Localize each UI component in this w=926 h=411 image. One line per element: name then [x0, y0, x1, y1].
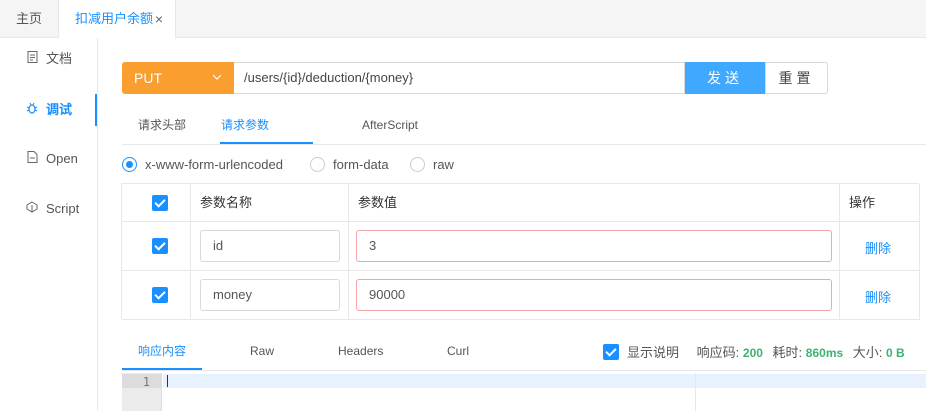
print-margin: [695, 373, 696, 411]
radio-raw[interactable]: raw: [410, 155, 454, 175]
radio-unchecked-icon: [310, 157, 325, 172]
param-value-input[interactable]: 3: [356, 230, 832, 262]
header-action: 操作: [840, 184, 920, 221]
radio-label: form-data: [333, 157, 389, 172]
param-name-input[interactable]: money: [200, 279, 340, 311]
tab-raw[interactable]: Raw: [250, 336, 274, 370]
tab-curl[interactable]: Curl: [447, 336, 469, 370]
response-editor[interactable]: 1: [122, 373, 926, 411]
row-value-cell: 90000: [349, 271, 840, 319]
tab-home[interactable]: 主页: [0, 0, 59, 38]
show-description-label: 显示说明: [627, 345, 680, 360]
chevron-down-icon: [212, 62, 222, 108]
show-description-checkbox[interactable]: [603, 344, 619, 360]
select-all-cell: [122, 184, 191, 221]
bug-icon: [26, 95, 38, 127]
radio-label: raw: [433, 157, 454, 172]
radio-checked-icon: [122, 157, 137, 172]
select-all-checkbox[interactable]: [152, 195, 168, 211]
text-cursor: [167, 375, 168, 387]
method-select[interactable]: PUT: [122, 62, 234, 94]
tab-request-headers[interactable]: 请求头部: [138, 110, 186, 144]
sidebar-item-script[interactable]: Script: [0, 194, 97, 224]
sidebar-item-label: 调试: [46, 102, 73, 117]
tab-bar: 主页 扣减用户余额 ×: [0, 0, 926, 39]
size-value: 0 B: [886, 346, 905, 360]
tab-response-content[interactable]: 响应内容: [122, 336, 202, 370]
radio-urlencoded[interactable]: x-www-form-urlencoded: [122, 155, 283, 175]
sidebar-item-docs[interactable]: 文档: [0, 44, 97, 74]
radio-label: x-www-form-urlencoded: [145, 157, 283, 172]
send-button[interactable]: 发送: [685, 62, 765, 94]
reset-button[interactable]: 重置: [765, 62, 828, 94]
row-checkbox[interactable]: [152, 287, 168, 303]
row-check-cell: [122, 271, 191, 319]
sidebar-item-label: 文档: [46, 51, 73, 66]
row-action-cell: 删除: [840, 271, 920, 319]
response-info: 显示说明 响应码: 200 耗时: 860ms 大小: 0 B: [603, 342, 905, 360]
radio-unchecked-icon: [410, 157, 425, 172]
delete-link[interactable]: 删除: [865, 287, 891, 306]
header-param-value: 参数值: [349, 184, 840, 221]
url-input[interactable]: /users/{id}/deduction/{money}: [234, 62, 685, 94]
tab-request-params[interactable]: 请求参数: [220, 110, 313, 144]
request-bar: PUT /users/{id}/deduction/{money} 发送 重置: [122, 62, 828, 94]
sidebar-item-label: Script: [46, 201, 80, 216]
document-icon: [26, 45, 38, 75]
close-icon[interactable]: ×: [155, 0, 163, 38]
row-check-cell: [122, 222, 191, 270]
line-number: 1: [142, 375, 150, 389]
method-value: PUT: [134, 70, 162, 86]
tab-afterscript[interactable]: AfterScript: [362, 110, 418, 144]
delete-link[interactable]: 删除: [865, 238, 891, 257]
tab-headers[interactable]: Headers: [338, 336, 383, 370]
row-value-cell: 3: [349, 222, 840, 270]
sidebar-item-debug[interactable]: 调试: [0, 94, 97, 126]
row-action-cell: 删除: [840, 222, 920, 270]
row-name-cell: money: [191, 271, 349, 319]
request-tabs: 请求头部 请求参数 AfterScript: [122, 110, 926, 145]
tab-deduct-balance[interactable]: 扣减用户余额 ×: [59, 0, 176, 39]
tab-label: 扣减用户余额: [75, 11, 154, 26]
row-name-cell: id: [191, 222, 349, 270]
params-table: 参数名称 参数值 操作 id 3 删除 money 90000 删除: [121, 183, 920, 320]
code-icon: [26, 195, 38, 225]
file-icon: [26, 145, 38, 175]
time-label: 耗时:: [772, 345, 803, 360]
param-name-input[interactable]: id: [200, 230, 340, 262]
status-label: 响应码:: [696, 345, 740, 360]
table-row: id 3 删除: [122, 222, 920, 271]
size-label: 大小:: [852, 345, 883, 360]
row-checkbox[interactable]: [152, 238, 168, 254]
active-line-highlight: [163, 374, 926, 388]
editor-gutter: 1: [122, 373, 162, 411]
status-value: 200: [742, 346, 763, 360]
radio-form-data[interactable]: form-data: [310, 155, 389, 175]
param-value-input[interactable]: 90000: [356, 279, 832, 311]
table-row: money 90000 删除: [122, 271, 920, 320]
sidebar-item-label: Open: [46, 151, 78, 166]
sidebar: 文档 调试 Open Script: [0, 38, 98, 411]
header-param-name: 参数名称: [191, 184, 349, 221]
time-value: 860ms: [805, 346, 844, 360]
table-header-row: 参数名称 参数值 操作: [122, 184, 920, 222]
sidebar-item-open[interactable]: Open: [0, 144, 97, 174]
